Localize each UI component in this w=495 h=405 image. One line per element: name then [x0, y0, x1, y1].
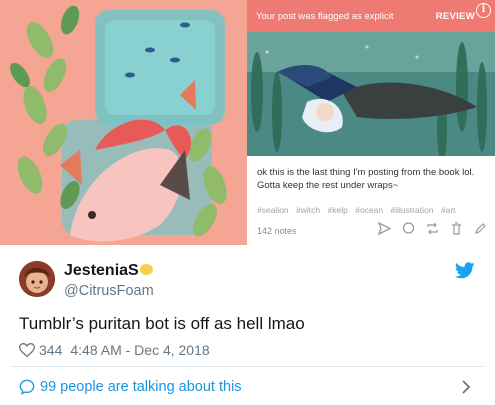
tag: #witch: [296, 205, 321, 215]
user-handle[interactable]: @CitrusFoam: [64, 283, 154, 299]
fish-illustration: [0, 0, 247, 245]
post-illustration: [247, 32, 495, 156]
tag: #sealion: [257, 205, 289, 215]
flag-banner: Your post was flagged as explicit REVIEW…: [247, 0, 495, 32]
tag: #illustration: [390, 205, 434, 215]
fish-illustration-art: [0, 0, 247, 245]
review-button: REVIEW: [435, 11, 475, 22]
underwater-illustration-art: [247, 32, 495, 156]
tumblr-screenshot: Your post was flagged as explicit REVIEW…: [247, 0, 495, 245]
edit-icon: [474, 222, 487, 235]
post-tags: #sealion #witch #kelp #ocean #illustrati…: [257, 205, 461, 215]
display-name-text: JesteniaS: [64, 262, 139, 279]
avatar[interactable]: [19, 261, 55, 297]
display-name[interactable]: JesteniaS: [64, 262, 153, 280]
post-actions: [377, 221, 487, 236]
like-count[interactable]: 344: [39, 342, 62, 358]
info-icon: i: [476, 3, 491, 18]
tweet-text: Tumblr’s puritan bot is off as hell lmao: [19, 314, 305, 333]
post-notes-count: 142 notes: [257, 226, 297, 236]
tag: #art: [440, 205, 456, 215]
reblog-icon: [426, 222, 439, 235]
tweet-meta: 344 4:48 AM - Dec 4, 2018: [19, 341, 210, 359]
avatar-image: [19, 261, 55, 297]
reply-icon: [402, 222, 415, 235]
tag: #kelp: [327, 205, 348, 215]
lemon-emoji-icon: [139, 264, 153, 276]
share-icon: [377, 221, 392, 236]
heart-icon[interactable]: [19, 343, 35, 357]
trash-icon: [450, 222, 463, 235]
chevron-right-icon[interactable]: [461, 380, 471, 394]
flag-message: Your post was flagged as explicit: [256, 11, 394, 22]
talking-link[interactable]: 99 people are talking about this: [19, 378, 242, 396]
talking-link-text: 99 people are talking about this: [40, 379, 242, 395]
tag: #ocean: [355, 205, 384, 215]
post-body: ok this is the last thing I'm posting fr…: [247, 156, 495, 245]
tumblr-post-card: Your post was flagged as explicit REVIEW…: [247, 0, 495, 245]
tweet-timestamp[interactable]: 4:48 AM - Dec 4, 2018: [70, 342, 209, 358]
twitter-bird-icon[interactable]: [455, 262, 475, 279]
divider: [10, 366, 485, 367]
tweet-media[interactable]: Your post was flagged as explicit REVIEW…: [0, 0, 495, 245]
speech-bubble-icon: [19, 379, 35, 395]
post-caption: ok this is the last thing I'm posting fr…: [257, 167, 475, 191]
